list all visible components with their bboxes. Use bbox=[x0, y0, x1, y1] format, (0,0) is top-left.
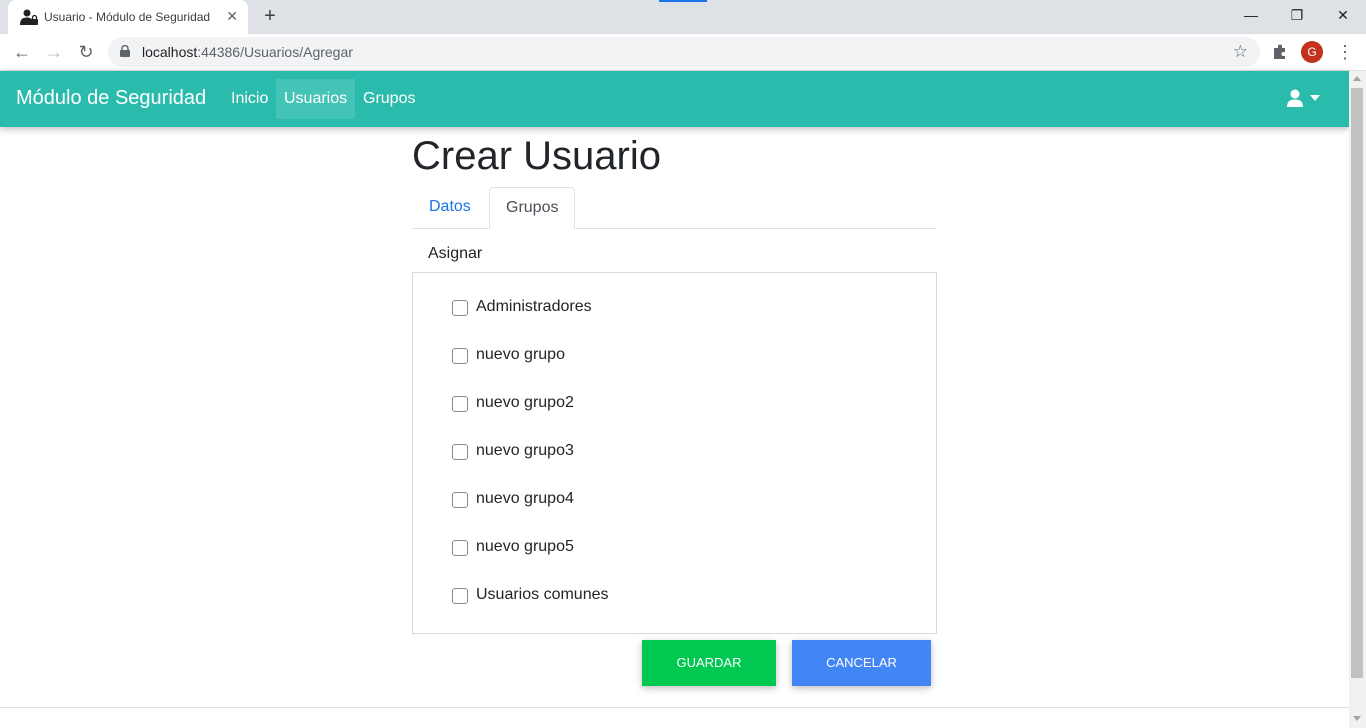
browser-toolbar: ← → ↻ localhost:44386/Usuarios/Agregar ☆… bbox=[0, 34, 1366, 71]
cancel-button[interactable]: Cancelar bbox=[792, 640, 931, 686]
nav-link-inicio[interactable]: Inicio bbox=[223, 79, 276, 119]
group-checkbox[interactable] bbox=[452, 396, 468, 412]
app-navbar: Módulo de Seguridad Inicio Usuarios Grup… bbox=[0, 71, 1349, 127]
reload-icon[interactable]: ↻ bbox=[74, 40, 98, 64]
page-scrollbar[interactable] bbox=[1349, 71, 1366, 728]
user-menu-dropdown[interactable] bbox=[1286, 89, 1326, 109]
tab-close-icon[interactable]: ✕ bbox=[226, 8, 238, 25]
group-label[interactable]: Usuarios comunes bbox=[476, 586, 609, 604]
caret-down-icon bbox=[1310, 95, 1320, 101]
lock-icon bbox=[120, 45, 130, 57]
minimize-button[interactable]: — bbox=[1228, 0, 1274, 32]
scroll-up-arrow[interactable] bbox=[1353, 76, 1361, 81]
tab-datos[interactable]: Datos bbox=[413, 187, 487, 229]
url-text[interactable]: localhost:44386/Usuarios/Agregar bbox=[142, 44, 353, 60]
nav-link-usuarios[interactable]: Usuarios bbox=[276, 79, 356, 119]
group-label[interactable]: Administradores bbox=[476, 298, 592, 316]
group-checkbox[interactable] bbox=[452, 588, 468, 604]
group-label[interactable]: nuevo grupo5 bbox=[476, 538, 574, 556]
save-button[interactable]: Guardar bbox=[642, 640, 776, 686]
tab-accent bbox=[659, 0, 707, 2]
group-checkbox[interactable] bbox=[452, 492, 468, 508]
window-close-button[interactable]: ✕ bbox=[1320, 0, 1366, 32]
nav-link-grupos[interactable]: Grupos bbox=[355, 79, 423, 119]
new-tab-button[interactable]: + bbox=[260, 4, 280, 28]
group-checkbox[interactable] bbox=[452, 348, 468, 364]
tab-grupos[interactable]: Grupos bbox=[489, 187, 576, 229]
browser-menu-icon[interactable]: ⋮ bbox=[1336, 40, 1354, 64]
navbar-brand[interactable]: Módulo de Seguridad bbox=[16, 87, 206, 110]
scroll-down-arrow[interactable] bbox=[1353, 716, 1361, 721]
bookmark-star-icon[interactable]: ☆ bbox=[1233, 42, 1248, 62]
assign-label: Asignar bbox=[428, 245, 483, 262]
url-host: localhost bbox=[142, 44, 198, 60]
footer-divider bbox=[0, 707, 1349, 708]
group-label[interactable]: nuevo grupo2 bbox=[476, 394, 574, 412]
url-path: :44386/Usuarios/Agregar bbox=[197, 44, 353, 60]
group-checkbox[interactable] bbox=[452, 444, 468, 460]
back-icon[interactable]: ← bbox=[10, 40, 34, 64]
tab-title: Usuario - Módulo de Seguridad bbox=[44, 10, 211, 24]
scroll-thumb[interactable] bbox=[1351, 88, 1363, 678]
group-label[interactable]: nuevo grupo bbox=[476, 346, 565, 364]
group-checkbox[interactable] bbox=[452, 300, 468, 316]
group-label[interactable]: nuevo grupo4 bbox=[476, 490, 574, 508]
forward-icon[interactable]: → bbox=[42, 40, 66, 64]
group-label[interactable]: nuevo grupo3 bbox=[476, 442, 574, 460]
extensions-puzzle-icon[interactable] bbox=[1270, 42, 1290, 62]
browser-tab[interactable]: Usuario - Módulo de Seguridad ✕ bbox=[8, 0, 248, 34]
page-title: Crear Usuario bbox=[412, 134, 661, 178]
user-lock-icon bbox=[20, 9, 38, 25]
user-icon bbox=[1287, 89, 1303, 107]
profile-avatar[interactable]: G bbox=[1301, 41, 1323, 63]
browser-tabstrip: Usuario - Módulo de Seguridad ✕ + — ❐ ✕ bbox=[0, 0, 1366, 34]
group-checkbox[interactable] bbox=[452, 540, 468, 556]
address-bar[interactable]: localhost:44386/Usuarios/Agregar ☆ bbox=[108, 37, 1260, 67]
restore-button[interactable]: ❐ bbox=[1274, 0, 1320, 32]
